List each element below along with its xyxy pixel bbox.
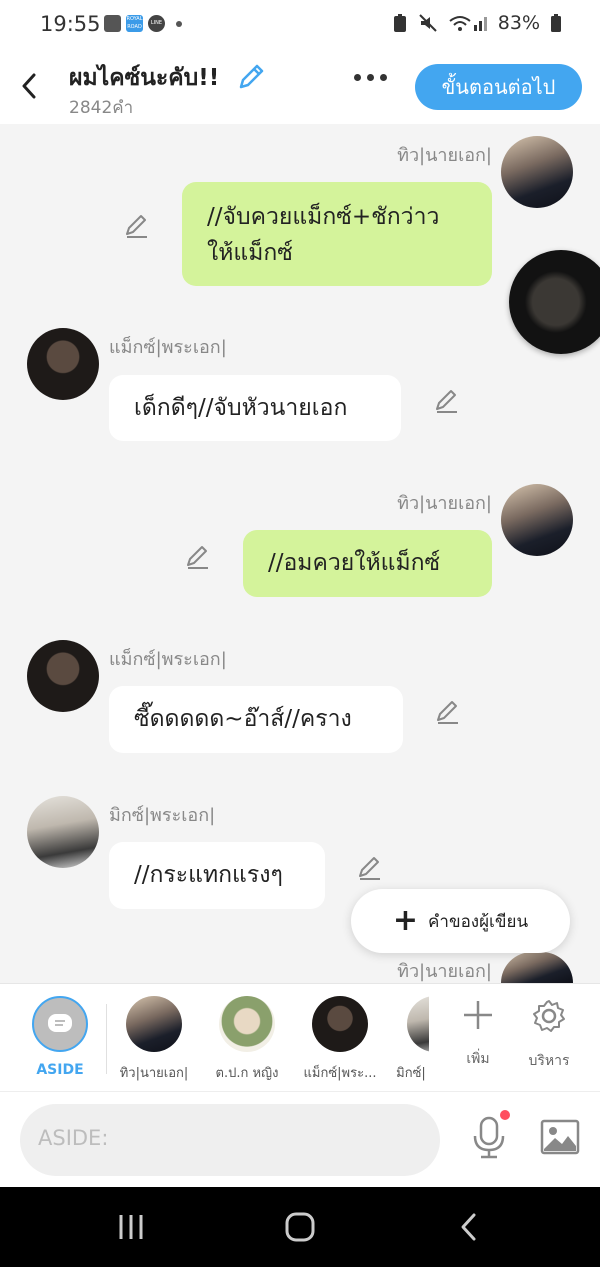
gallery-notification-icon	[104, 15, 121, 32]
notification-icons: ROYAL ROAD LINE	[104, 15, 182, 32]
input-bar: ASIDE:	[0, 1091, 600, 1188]
battery-percentage: 83%	[497, 12, 540, 34]
more-options-button[interactable]	[354, 74, 387, 81]
battery-icon	[551, 14, 561, 32]
edit-message-icon[interactable]	[123, 212, 151, 240]
character-avatar	[407, 996, 429, 1052]
character-label: แม็กซ์|พระ...	[303, 1066, 377, 1081]
system-nav-bar	[0, 1187, 600, 1267]
message-bubble[interactable]: ซี๊ดดดดด~อ๊าส์//คราง	[109, 686, 403, 753]
aside-avatar	[32, 996, 88, 1052]
back-arrow-icon	[461, 1213, 476, 1241]
royalroad-notification-icon: ROYAL ROAD	[126, 15, 143, 32]
speech-bubble-icon	[48, 1014, 72, 1032]
plus-icon: +	[392, 903, 419, 938]
message-input[interactable]: ASIDE:	[20, 1104, 440, 1176]
recents-button[interactable]	[111, 1207, 151, 1247]
avatar[interactable]	[27, 796, 99, 868]
system-back-button[interactable]	[448, 1207, 488, 1247]
avatar[interactable]	[501, 136, 573, 208]
speaker-name: ทิว|นายเอก|	[397, 961, 492, 982]
status-time: 19:55	[40, 12, 101, 36]
avatar[interactable]	[27, 640, 99, 712]
character-avatar	[219, 996, 275, 1052]
home-icon	[285, 1212, 315, 1242]
message-text-line: ให้แม็กซ์	[207, 240, 293, 266]
aside-label: ASIDE	[36, 1062, 84, 1078]
add-label: เพิ่ม	[466, 1051, 490, 1067]
character-avatar	[312, 996, 368, 1052]
chevron-left-icon	[22, 73, 36, 99]
edit-message-icon[interactable]	[433, 387, 461, 415]
more-dot-icon	[380, 74, 387, 81]
more-dot-icon	[354, 74, 361, 81]
author-note-label: คำของผู้เขียน	[428, 911, 529, 932]
character-tpk-female[interactable]: ต.ป.ก หญิง	[201, 996, 293, 1083]
character-bar: ASIDE ทิว|นายเอก| ต.ป.ก หญิง แม็กซ์|พระ.…	[0, 983, 600, 1092]
more-dot-icon	[367, 74, 374, 81]
avatar[interactable]	[501, 484, 573, 556]
avatar[interactable]	[501, 952, 573, 983]
character-tiew[interactable]: ทิว|นายเอก|	[108, 996, 200, 1083]
edit-message-icon[interactable]	[184, 543, 212, 571]
character-max[interactable]: แม็กซ์|พระ...	[294, 996, 386, 1083]
back-button[interactable]	[14, 66, 44, 106]
character-mix[interactable]: มิกซ์|	[393, 996, 429, 1083]
character-avatar	[126, 996, 182, 1052]
home-button[interactable]	[280, 1207, 320, 1247]
message-text-line: //จับควยแม็กซ์+ชักว่าว	[207, 204, 440, 230]
speaker-name: ทิว|นายเอก|	[397, 145, 492, 166]
image-icon[interactable]	[540, 1119, 580, 1155]
author-note-button[interactable]: + คำของผู้เขียน	[351, 889, 570, 953]
speaker-name: แม็กซ์|พระเอก|	[109, 337, 227, 358]
plus-icon	[464, 1001, 492, 1029]
avatar[interactable]	[27, 328, 99, 400]
system-status-icons: 83%	[392, 12, 562, 34]
manage-label: บริหาร	[528, 1053, 570, 1069]
notification-dot	[500, 1110, 510, 1120]
word-count: 2842คำ	[69, 98, 134, 118]
mute-icon	[419, 14, 437, 32]
character-label: ทิว|นายเอก|	[119, 1066, 189, 1081]
battery-saver-icon	[393, 14, 406, 32]
speaker-name: ทิว|นายเอก|	[397, 493, 492, 514]
microphone-icon[interactable]	[470, 1116, 508, 1160]
floating-avatar[interactable]	[509, 250, 600, 354]
edit-title-icon[interactable]	[236, 62, 266, 92]
speaker-name: แม็กซ์|พระเอก|	[109, 649, 227, 670]
divider	[106, 1004, 107, 1074]
recents-icon	[119, 1215, 143, 1239]
edit-message-icon[interactable]	[434, 698, 462, 726]
manage-characters-button[interactable]: บริหาร	[514, 998, 584, 1072]
wifi-signal-icon	[449, 16, 487, 31]
edit-message-icon[interactable]	[356, 854, 384, 882]
message-bubble[interactable]: //กระแทกแรงๆ	[109, 842, 325, 909]
speaker-name: มิกซ์|พระเอก|	[109, 805, 216, 826]
message-bubble[interactable]: //จับควยแม็กซ์+ชักว่าว ให้แม็กซ์	[182, 182, 492, 286]
gear-icon	[533, 1000, 565, 1032]
next-step-button[interactable]: ขั้นตอนต่อไป	[415, 64, 582, 110]
character-label: ต.ป.ก หญิง	[215, 1066, 279, 1081]
story-title: ผมไคซ์นะคับ!!	[69, 65, 220, 91]
add-character-button[interactable]: เพิ่ม	[443, 998, 513, 1070]
line-notification-icon: LINE	[148, 15, 165, 32]
status-bar: 19:55 ROYAL ROAD LINE 83%	[0, 0, 600, 50]
editor-header: ผมไคซ์นะคับ!! 2842คำ ขั้นตอนต่อไป	[0, 50, 600, 124]
message-bubble[interactable]: //อมควยให้แม็กซ์	[243, 530, 492, 597]
message-bubble[interactable]: เด็กดีๆ//จับหัวนายเอก	[109, 375, 401, 441]
more-notifications-dot-icon	[176, 20, 182, 27]
character-label: มิกซ์|	[396, 1066, 426, 1081]
aside-selector[interactable]: ASIDE	[24, 996, 96, 1078]
